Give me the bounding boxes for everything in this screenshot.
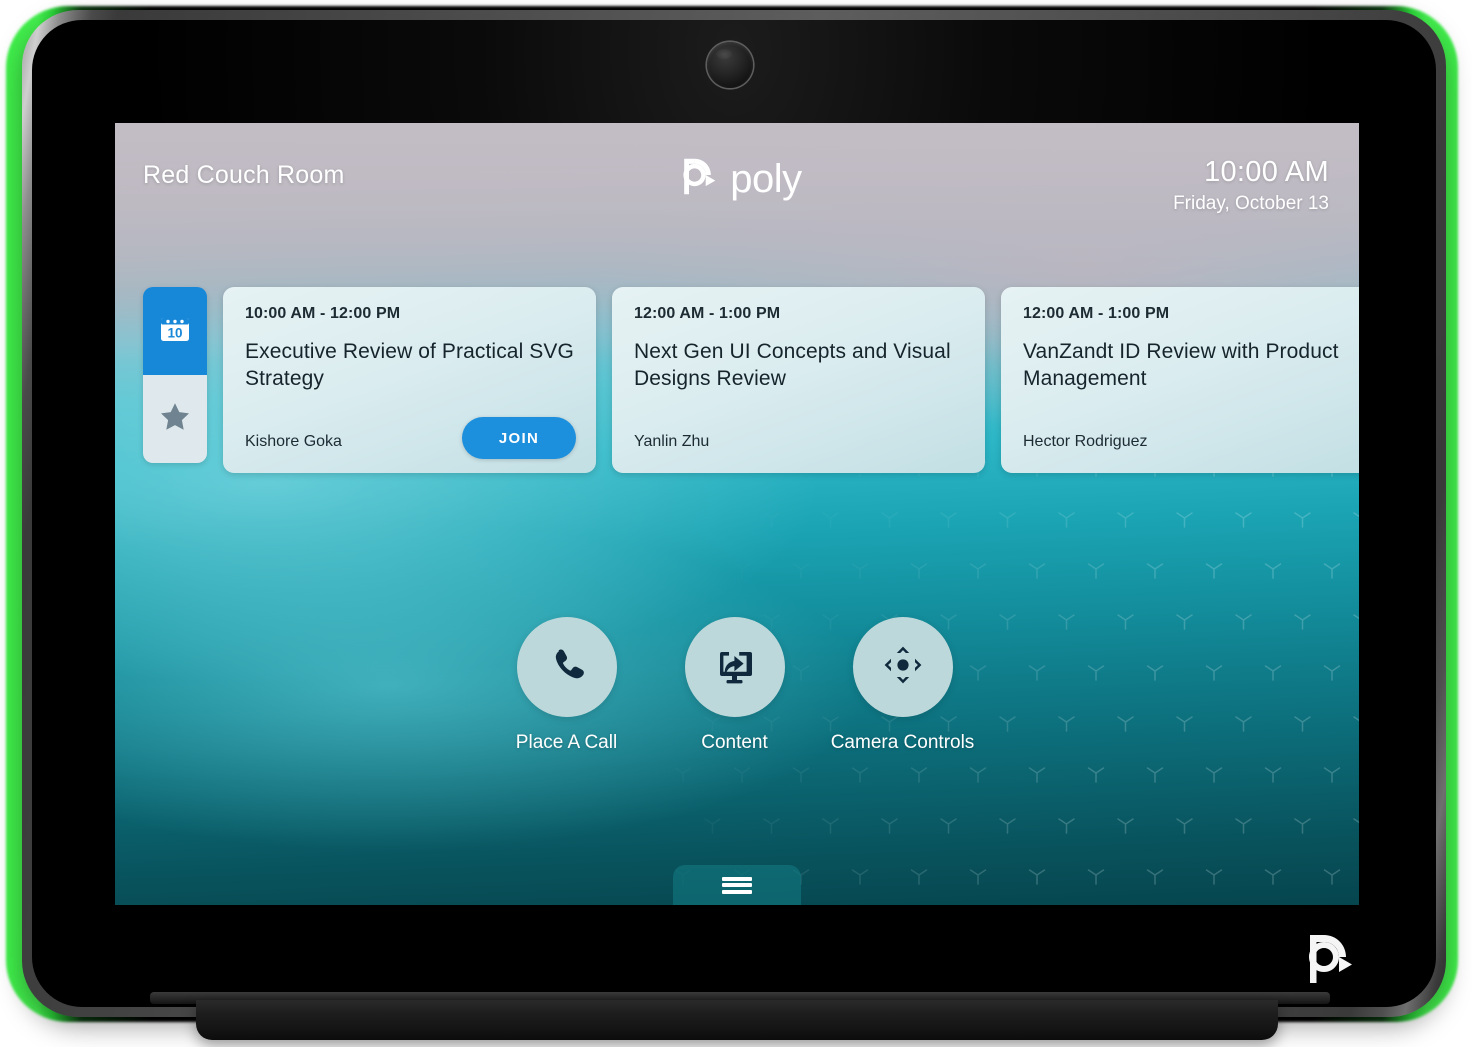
place-a-call-circle[interactable] — [516, 617, 617, 717]
svg-text:10: 10 — [167, 325, 182, 340]
place-a-call-button[interactable]: Place A Call — [510, 617, 623, 754]
meeting-time: 10:00 AM - 12:00 PM — [245, 305, 401, 322]
sidebar-item-calendar[interactable]: 10 — [143, 287, 207, 375]
menu-drawer-handle[interactable] — [673, 865, 801, 905]
action-label: Place A Call — [515, 732, 618, 753]
join-button[interactable]: JOIN — [462, 417, 576, 459]
clock: 10:00 AM Friday, October 13 — [1173, 155, 1329, 217]
device-stand-base — [196, 1000, 1278, 1040]
phone-icon — [545, 643, 589, 692]
content-circle[interactable] — [684, 617, 785, 717]
poly-logomark-icon — [672, 155, 718, 203]
camera-controls-button[interactable]: Camera Controls — [831, 617, 974, 754]
action-label: Content — [701, 732, 768, 753]
device-stage: Red Couch Room poly 10:00 AM Friday, Oct… — [0, 0, 1472, 1047]
poly-logo: poly — [672, 155, 802, 203]
action-dock: Place A Call Content Camera Controls — [510, 617, 974, 754]
poly-logomark-icon — [1294, 930, 1356, 988]
calendar-icon: 10 — [157, 311, 193, 352]
calendar-rail: 10 — [143, 287, 207, 463]
poly-wordmark-text: poly — [730, 157, 802, 201]
agenda-list: 10:00 AM - 12:00 PM Executive Review of … — [223, 287, 1359, 473]
sidebar-item-favorites[interactable] — [143, 375, 207, 463]
meeting-title: Executive Review of Practical SVG Strate… — [245, 340, 574, 390]
screen-share-icon — [712, 642, 758, 693]
meeting-organizer: Yanlin Zhu — [634, 433, 710, 450]
clock-time: 10:00 AM — [1204, 156, 1329, 188]
screen-header: Red Couch Room poly 10:00 AM Friday, Oct… — [115, 123, 1359, 273]
meeting-time: 12:00 AM - 1:00 PM — [634, 305, 781, 322]
meeting-organizer: Kishore Goka — [245, 433, 342, 450]
meeting-organizer: Hector Rodriguez — [1023, 433, 1148, 450]
meeting-time: 12:00 AM - 1:00 PM — [1023, 305, 1170, 322]
camera-controls-circle[interactable] — [852, 617, 953, 717]
meeting-title: Next Gen UI Concepts and Visual Designs … — [634, 340, 951, 390]
hamburger-menu-icon — [722, 874, 752, 896]
list-item[interactable]: 12:00 AM - 1:00 PM Next Gen UI Concepts … — [612, 287, 985, 473]
star-icon — [158, 400, 192, 439]
list-item[interactable]: 12:00 AM - 1:00 PM VanZandt ID Review wi… — [1001, 287, 1359, 473]
clock-date: Friday, October 13 — [1173, 193, 1329, 214]
touch-screen: Red Couch Room poly 10:00 AM Friday, Oct… — [115, 123, 1359, 905]
content-button[interactable]: Content — [678, 617, 791, 754]
meeting-title: VanZandt ID Review with Product Manageme… — [1023, 340, 1339, 390]
room-name: Red Couch Room — [143, 161, 345, 189]
camera-pan-tilt-icon — [881, 643, 925, 692]
front-camera-lens — [707, 42, 753, 88]
action-label: Camera Controls — [830, 732, 975, 753]
list-item[interactable]: 10:00 AM - 12:00 PM Executive Review of … — [223, 287, 596, 473]
